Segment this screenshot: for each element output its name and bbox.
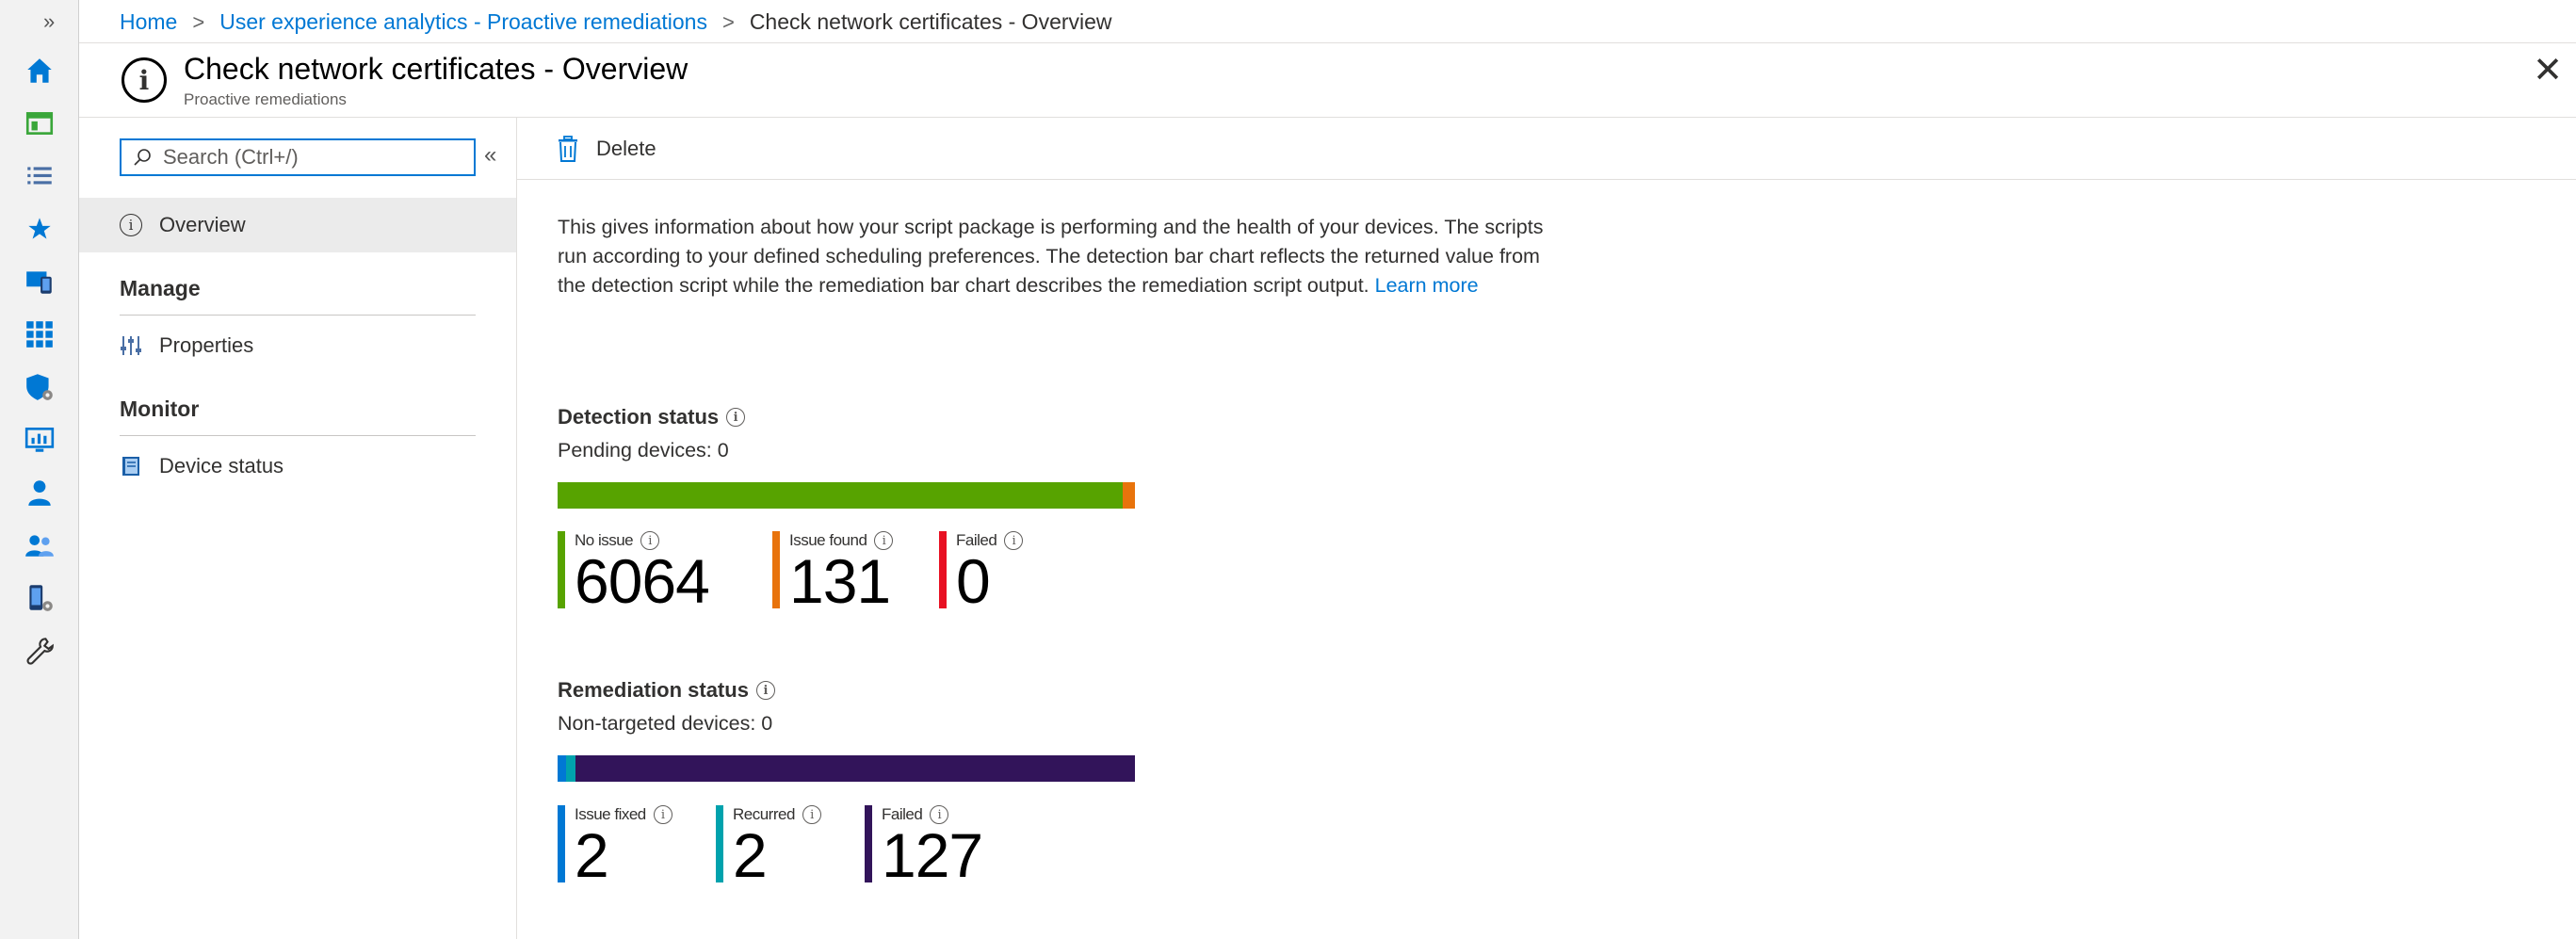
- bar-segment-issue-fixed: [558, 755, 567, 782]
- nav-item-label: Overview: [159, 213, 246, 236]
- device-status-book-icon: [120, 455, 159, 478]
- metric-value: 2: [575, 820, 609, 890]
- metric-value: 0: [956, 546, 991, 616]
- non-targeted-devices-text: Non-targeted devices: 0: [558, 712, 773, 735]
- properties-sliders-icon: [120, 334, 159, 357]
- metric-remediation-failed: Failed i 127: [865, 805, 983, 890]
- detection-status-bar: [558, 482, 1135, 509]
- metric-value: 127: [882, 820, 983, 890]
- blade-header: i Check network certificates - Overview …: [79, 42, 2576, 118]
- metric-value: 131: [789, 546, 891, 616]
- info-icon[interactable]: i: [802, 805, 821, 824]
- command-bar: Delete: [517, 118, 2576, 180]
- breadcrumb: Home > User experience analytics - Proac…: [120, 9, 1112, 35]
- search-icon: [122, 147, 163, 168]
- detection-status-title: Detection status: [558, 405, 720, 429]
- metric-value: 2: [733, 820, 768, 890]
- endpoint-security-icon[interactable]: [21, 368, 58, 406]
- info-icon[interactable]: i: [1004, 531, 1024, 550]
- nav-item-overview[interactable]: i Overview: [79, 198, 516, 252]
- metric-issue-found: Issue found i 131: [772, 531, 894, 616]
- nav-item-device-status[interactable]: Device status: [79, 439, 516, 494]
- page-subtitle: Proactive remediations: [184, 90, 347, 108]
- delete-button[interactable]: Delete: [557, 135, 656, 162]
- info-icon: i: [120, 214, 159, 236]
- reports-icon[interactable]: [21, 421, 58, 459]
- remediation-status-bar: [558, 755, 1135, 782]
- remediation-status-title: Remediation status: [558, 678, 749, 702]
- detection-status-heading: Detection status i: [558, 405, 746, 429]
- users-icon[interactable]: [21, 474, 58, 511]
- apps-icon[interactable]: [21, 316, 58, 353]
- info-icon[interactable]: i: [653, 805, 672, 824]
- chevron-right-icon: >: [192, 9, 205, 34]
- home-icon[interactable]: [21, 52, 58, 89]
- favorites-star-icon[interactable]: [21, 210, 58, 248]
- section-heading-monitor: Monitor: [120, 397, 476, 436]
- pending-devices-text: Pending devices: 0: [558, 439, 729, 461]
- expand-menu-icon[interactable]: »: [43, 9, 55, 34]
- learn-more-link[interactable]: Learn more: [1375, 274, 1479, 297]
- nav-item-properties[interactable]: Properties: [79, 318, 516, 373]
- breadcrumb-parent-link[interactable]: User experience analytics - Proactive re…: [219, 9, 707, 35]
- nav-item-label: Properties: [159, 333, 254, 357]
- metric-no-issue: No issue i 6064: [558, 531, 710, 616]
- all-services-icon[interactable]: [21, 157, 58, 195]
- nav-item-label: Device status: [159, 454, 284, 478]
- chevron-right-icon: >: [721, 9, 735, 34]
- info-icon[interactable]: i: [755, 681, 775, 700]
- search-input[interactable]: [163, 145, 464, 170]
- delete-label: Delete: [596, 136, 656, 160]
- overview-description: This gives information about how your sc…: [558, 213, 1556, 300]
- bar-segment-recurred: [566, 755, 575, 782]
- close-icon[interactable]: ✕: [2533, 53, 2563, 89]
- bar-segment-failed: [575, 755, 1135, 782]
- bar-segment-no-issue: [558, 482, 1124, 509]
- tenant-admin-icon[interactable]: [21, 579, 58, 617]
- left-icon-rail: »: [0, 0, 79, 939]
- bar-segment-issue-found: [1123, 482, 1135, 509]
- breadcrumb-home-link[interactable]: Home: [120, 9, 177, 35]
- info-icon[interactable]: i: [726, 408, 746, 427]
- info-icon: i: [122, 57, 167, 103]
- section-heading-manage: Manage: [120, 276, 476, 316]
- remediation-status-heading: Remediation status i: [558, 678, 775, 703]
- metric-issue-fixed: Issue fixed i 2: [558, 805, 672, 890]
- troubleshooting-icon[interactable]: [21, 632, 58, 670]
- resource-menu: « i Overview Manage Properties Monitor D…: [79, 118, 517, 939]
- metric-recurred: Recurred i 2: [716, 805, 821, 890]
- devices-icon[interactable]: [21, 263, 58, 300]
- trash-icon: [559, 135, 577, 162]
- collapse-menu-icon[interactable]: «: [484, 142, 496, 169]
- groups-icon[interactable]: [21, 526, 58, 564]
- metric-detection-failed: Failed i 0: [939, 531, 1024, 616]
- breadcrumb-current: Check network certificates - Overview: [749, 9, 1112, 34]
- metric-value: 6064: [575, 546, 710, 616]
- dashboard-icon[interactable]: [21, 105, 58, 142]
- page-title: Check network certificates - Overview: [184, 52, 689, 86]
- search-box[interactable]: [120, 138, 476, 176]
